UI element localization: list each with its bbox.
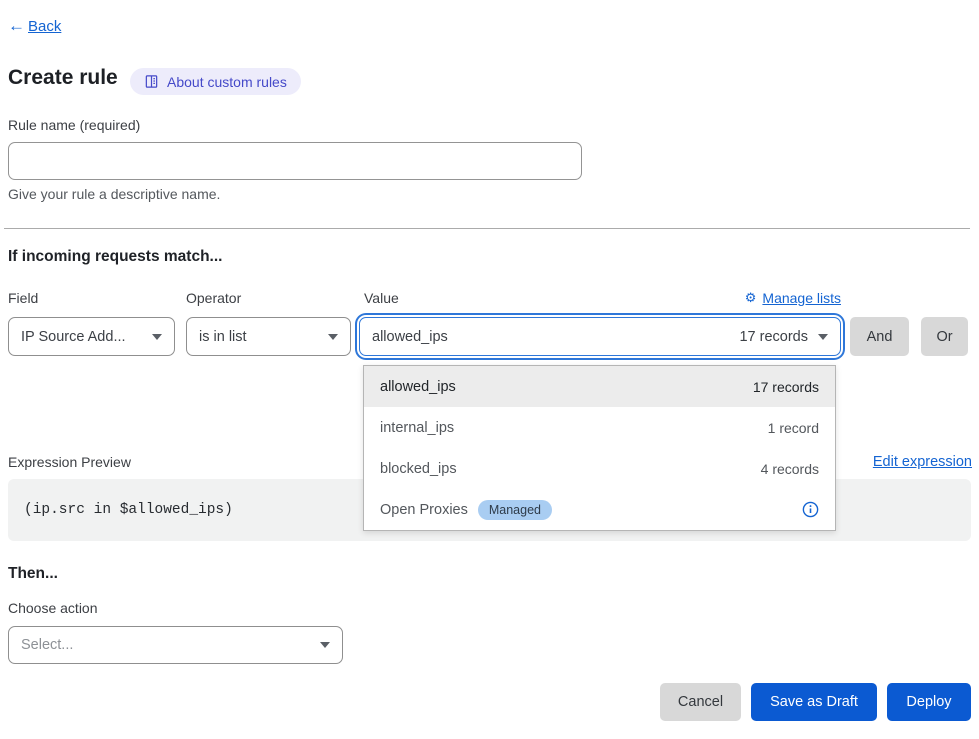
- info-icon[interactable]: [802, 501, 819, 518]
- list-item-record-count: 17 records: [753, 379, 819, 395]
- list-item-name: blocked_ips: [380, 461, 457, 477]
- list-item-internal-ips[interactable]: internal_ips 1 record: [364, 407, 835, 448]
- action-select[interactable]: Select...: [8, 626, 343, 664]
- or-button[interactable]: Or: [921, 317, 968, 356]
- deploy-button[interactable]: Deploy: [887, 683, 971, 721]
- operator-label: Operator: [186, 290, 241, 306]
- rule-name-input[interactable]: [8, 142, 582, 180]
- managed-badge: Managed: [478, 500, 552, 520]
- value-dropdown-menu: allowed_ips 17 records internal_ips 1 re…: [363, 365, 836, 531]
- edit-expression-link[interactable]: Edit expression: [873, 454, 972, 470]
- value-select[interactable]: allowed_ips 17 records: [359, 317, 841, 356]
- manage-lists-label: Manage lists: [762, 290, 841, 306]
- field-label: Field: [8, 290, 38, 306]
- expression-code: (ip.src in $allowed_ips): [24, 502, 233, 518]
- chevron-down-icon: [320, 642, 330, 648]
- cancel-button[interactable]: Cancel: [660, 683, 741, 721]
- create-rule-page: ← Back Create rule About custom rules Ru…: [0, 0, 979, 739]
- list-item-record-count: 1 record: [768, 420, 819, 436]
- choose-action-label: Choose action: [8, 600, 98, 616]
- list-item-allowed-ips[interactable]: allowed_ips 17 records: [364, 366, 835, 407]
- list-item-open-proxies[interactable]: Open Proxies Managed: [364, 489, 835, 530]
- value-select-record-count: 17 records: [739, 329, 808, 345]
- list-item-record-count: 4 records: [761, 461, 819, 477]
- chevron-down-icon: [818, 334, 828, 340]
- gear-icon: ⚙: [745, 290, 757, 306]
- save-as-draft-button[interactable]: Save as Draft: [751, 683, 877, 721]
- section-divider: [4, 228, 970, 229]
- arrow-left-icon: ←: [8, 16, 25, 36]
- match-section-heading: If incoming requests match...: [8, 248, 222, 266]
- field-select-value: IP Source Add...: [21, 329, 126, 345]
- value-select-value: allowed_ips: [372, 329, 448, 345]
- operator-select-value: is in list: [199, 329, 247, 345]
- field-select[interactable]: IP Source Add...: [8, 317, 175, 356]
- operator-select[interactable]: is in list: [186, 317, 351, 356]
- list-item-name: allowed_ips: [380, 379, 456, 395]
- about-custom-rules-link[interactable]: About custom rules: [130, 68, 301, 95]
- page-title: Create rule: [8, 66, 118, 90]
- manage-lists-link[interactable]: ⚙ Manage lists: [745, 290, 841, 306]
- chevron-down-icon: [328, 334, 338, 340]
- list-item-name: Open Proxies: [380, 502, 468, 518]
- back-link[interactable]: ← Back: [8, 16, 61, 36]
- back-link-label: Back: [28, 18, 61, 35]
- list-item-name: internal_ips: [380, 420, 454, 436]
- action-select-placeholder: Select...: [21, 637, 73, 653]
- rule-name-label: Rule name (required): [8, 117, 140, 133]
- list-item-blocked-ips[interactable]: blocked_ips 4 records: [364, 448, 835, 489]
- chevron-down-icon: [152, 334, 162, 340]
- expression-preview-label: Expression Preview: [8, 454, 131, 470]
- value-label: Value: [364, 290, 399, 306]
- then-section-heading: Then...: [8, 565, 58, 583]
- and-button[interactable]: And: [850, 317, 909, 356]
- rule-name-helper: Give your rule a descriptive name.: [8, 186, 220, 202]
- about-custom-rules-label: About custom rules: [167, 74, 287, 90]
- book-icon: [144, 74, 159, 89]
